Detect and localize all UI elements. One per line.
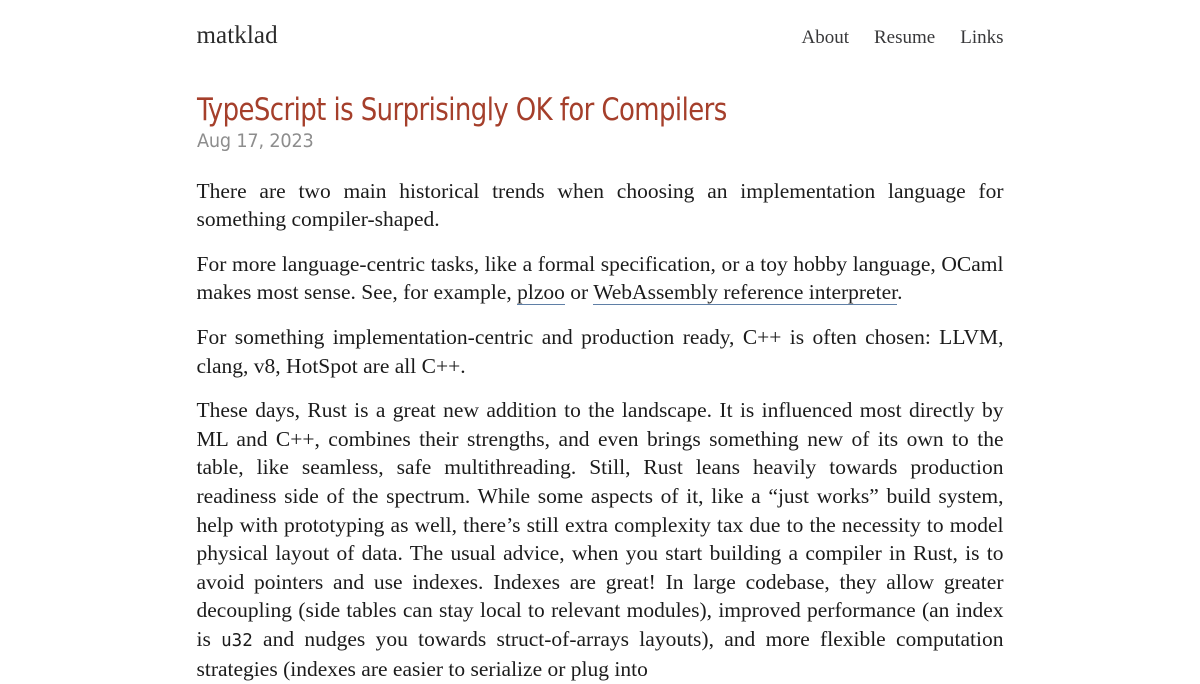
nav-link-links[interactable]: Links bbox=[960, 28, 1003, 47]
paragraph-2-text-between-links: or bbox=[564, 280, 594, 305]
paragraph-4: These days, Rust is a great new addition… bbox=[197, 396, 1004, 684]
article-title: TypeScript is Surprisingly OK for Compil… bbox=[196, 92, 727, 128]
nav-link-about[interactable]: About bbox=[802, 28, 850, 47]
paragraph-1: There are two main historical trends whe… bbox=[197, 177, 1004, 234]
paragraph-4-text-after-code: and nudges you towards struct-of-arrays … bbox=[196, 626, 1004, 682]
paragraph-2-text-after-links: . bbox=[897, 280, 903, 305]
paragraph-3-text: For something implementation-centric and… bbox=[196, 324, 1004, 378]
page-container: matklad About Resume Links TypeScript is… bbox=[197, 0, 1004, 684]
paragraph-3: For something implementation-centric and… bbox=[197, 323, 1004, 380]
article-header: TypeScript is Surprisingly OK for Compil… bbox=[197, 93, 1004, 153]
article-date: Aug 17, 2023 bbox=[196, 129, 314, 152]
paragraph-1-text: There are two main historical trends whe… bbox=[196, 178, 1004, 232]
article-body: There are two main historical trends whe… bbox=[197, 177, 1004, 684]
paragraph-4-text-before-code: These days, Rust is a great new addition… bbox=[196, 398, 1004, 651]
link-webassembly-reference-interpreter[interactable]: WebAssembly reference interpreter bbox=[593, 280, 898, 306]
nav-link-resume[interactable]: Resume bbox=[874, 28, 935, 47]
site-header: matklad About Resume Links bbox=[197, 0, 1004, 48]
inline-code-u32: u32 bbox=[221, 630, 253, 651]
link-plzoo[interactable]: plzoo bbox=[517, 280, 565, 306]
site-nav: About Resume Links bbox=[802, 28, 1004, 47]
site-title-link[interactable]: matklad bbox=[197, 23, 278, 48]
paragraph-2: For more language-centric tasks, like a … bbox=[197, 250, 1004, 307]
